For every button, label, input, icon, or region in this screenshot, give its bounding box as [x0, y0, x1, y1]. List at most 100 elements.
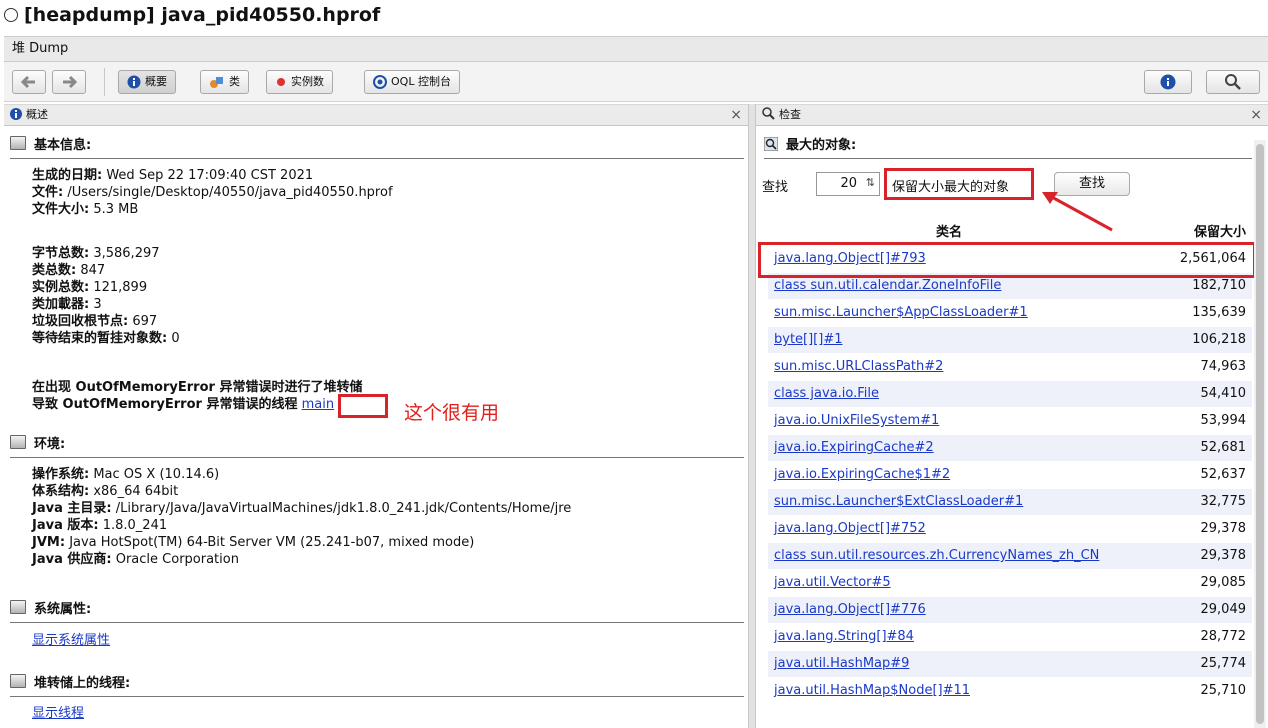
retained-size: 52,681 — [1200, 440, 1247, 455]
section-rule — [764, 158, 1252, 159]
env-arch: 体系结构: x86_64 64bit — [32, 484, 179, 499]
section-icon — [10, 600, 26, 614]
classes-button[interactable]: 类 — [200, 70, 249, 94]
table-row[interactable]: byte[][]#1 106,218 — [768, 327, 1252, 353]
count-value: 20 — [840, 176, 857, 191]
highlight-box — [884, 168, 1034, 200]
table-row[interactable]: java.lang.Object[]#752 29,378 — [768, 516, 1252, 542]
object-name-link[interactable]: java.lang.Object[]#752 — [774, 516, 926, 542]
object-name-link[interactable]: java.io.ExpiringCache$1#2 — [774, 462, 950, 488]
table-row[interactable]: java.util.HashMap#9 25,774 — [768, 651, 1252, 677]
table-row[interactable]: class java.io.File 54,410 — [768, 381, 1252, 407]
overview-label: 概要 — [145, 75, 167, 88]
info-date: 生成的日期: Wed Sep 22 17:09:40 CST 2021 — [32, 168, 314, 183]
env-home: Java 主目录: /Library/Java/JavaVirtualMachi… — [32, 501, 572, 516]
overview-button[interactable]: 概要 — [118, 70, 176, 94]
table-row[interactable]: class sun.util.resources.zh.CurrencyName… — [768, 543, 1252, 569]
info-button[interactable] — [1144, 70, 1192, 94]
table-row[interactable]: sun.misc.Launcher$ExtClassLoader#1 32,775 — [768, 489, 1252, 515]
info-instances: 实例总数: 121,899 — [32, 280, 148, 295]
basic-info-heading: 基本信息: — [10, 136, 91, 156]
count-spinner[interactable]: 20 ⇅ — [816, 172, 880, 196]
scrollbar-thumb[interactable] — [1256, 144, 1264, 724]
overview-pane-title: 概述 — [26, 108, 48, 121]
back-arrow-icon — [20, 75, 35, 89]
table-row[interactable]: sun.misc.URLClassPath#2 74,963 — [768, 354, 1252, 380]
overview-pane: 基本信息: 生成的日期: Wed Sep 22 17:09:40 CST 202… — [4, 126, 748, 728]
search-button[interactable] — [1206, 70, 1260, 94]
close-icon[interactable]: × — [730, 105, 742, 125]
threads-heading: 堆转储上的线程: — [10, 674, 130, 694]
table-row[interactable]: java.io.ExpiringCache$1#2 52,637 — [768, 462, 1252, 488]
tab-label: 堆 Dump — [12, 41, 69, 56]
section-rule — [10, 622, 744, 623]
section-icon — [10, 136, 26, 150]
largest-objects-heading: 最大的对象: — [763, 136, 856, 156]
env-version: Java 版本: 1.8.0_241 — [32, 518, 168, 533]
info-icon — [127, 75, 141, 89]
retained-size: 29,085 — [1200, 575, 1247, 590]
retained-size: 74,963 — [1200, 359, 1247, 374]
object-name-link[interactable]: sun.misc.Launcher$AppClassLoader#1 — [774, 300, 1028, 326]
object-name-link[interactable]: sun.misc.Launcher$ExtClassLoader#1 — [774, 489, 1023, 515]
object-name-link[interactable]: byte[][]#1 — [774, 327, 843, 353]
section-icon — [10, 674, 26, 688]
oom-dump-line: 在出现 OutOfMemoryError 异常错误时进行了堆转储 — [32, 380, 363, 395]
retained-size: 135,639 — [1192, 305, 1246, 320]
info-icon — [1160, 74, 1176, 90]
instances-button[interactable]: 实例数 — [266, 70, 333, 94]
info-file: 文件: /Users/single/Desktop/40550/java_pid… — [32, 185, 393, 200]
info-icon — [10, 108, 22, 120]
retained-size: 53,994 — [1200, 413, 1247, 428]
info-loaders: 类加載器: 3 — [32, 297, 102, 312]
object-name-link[interactable]: java.util.Vector#5 — [774, 570, 891, 596]
section-icon — [10, 435, 26, 449]
classes-icon — [210, 77, 223, 88]
object-name-link[interactable]: sun.misc.URLClassPath#2 — [774, 354, 943, 380]
object-name-link[interactable]: class java.io.File — [774, 381, 879, 407]
window-title: [heapdump] java_pid40550.hprof — [0, 0, 1268, 32]
object-name-link[interactable]: java.lang.String[]#84 — [774, 624, 914, 650]
env-os: 操作系统: Mac OS X (10.14.6) — [32, 467, 220, 482]
table-row[interactable]: java.util.Vector#5 29,085 — [768, 570, 1252, 596]
oom-thread-link[interactable]: main — [302, 397, 334, 412]
object-name-link[interactable]: java.io.ExpiringCache#2 — [774, 435, 934, 461]
show-sysprops-link[interactable]: 显示系统属性 — [32, 632, 110, 649]
tab-heap-dump[interactable]: 堆 Dump — [4, 36, 1268, 62]
object-name-link[interactable]: java.lang.Object[]#776 — [774, 597, 926, 623]
classes-label: 类 — [229, 75, 240, 88]
annotation-note: 这个很有用 — [404, 402, 500, 424]
env-jvm: JVM: Java HotSpot(TM) 64-Bit Server VM (… — [32, 535, 475, 550]
col-size-header[interactable]: 保留大小 — [1194, 222, 1246, 244]
retained-size: 25,774 — [1200, 656, 1247, 671]
show-threads-link[interactable]: 显示线程 — [32, 705, 84, 722]
instance-dot-icon — [277, 78, 285, 86]
back-button[interactable] — [12, 70, 46, 94]
retained-size: 52,637 — [1200, 467, 1247, 482]
inspect-pane-title: 检查 — [779, 108, 801, 121]
col-name-header[interactable]: 类名 — [936, 222, 962, 244]
table-row[interactable]: java.lang.Object[]#776 29,049 — [768, 597, 1252, 623]
split-divider[interactable] — [748, 104, 756, 728]
table-row[interactable]: java.io.ExpiringCache#2 52,681 — [768, 435, 1252, 461]
oql-console-button[interactable]: OQL 控制台 — [364, 70, 460, 94]
info-size: 文件大小: 5.3 MB — [32, 202, 139, 217]
info-classes: 类总数: 847 — [32, 263, 106, 278]
table-row[interactable]: sun.misc.Launcher$AppClassLoader#1 135,63… — [768, 300, 1252, 326]
object-name-link[interactable]: java.util.HashMap#9 — [774, 651, 909, 677]
object-name-link[interactable]: java.util.HashMap$Node[]#11 — [774, 678, 970, 704]
forward-button[interactable] — [52, 70, 86, 94]
inspect-pane: 最大的对象: 查找 20 ⇅ 保留大小最大的对象 查找 类名 保留大小 java… — [756, 126, 1268, 728]
spinner-arrows-icon[interactable]: ⇅ — [866, 172, 875, 194]
table-row[interactable]: java.io.UnixFileSystem#1 53,994 — [768, 408, 1252, 434]
inspect-pane-header: 检查 × — [756, 104, 1268, 126]
object-name-link[interactable]: java.io.UnixFileSystem#1 — [774, 408, 939, 434]
scrollbar[interactable] — [1254, 140, 1266, 728]
info-gcroots: 垃圾回收根节点: 697 — [32, 314, 158, 329]
table-row[interactable]: java.lang.String[]#84 28,772 — [768, 624, 1252, 650]
retained-size: 54,410 — [1200, 386, 1247, 401]
table-row[interactable]: java.util.HashMap$Node[]#11 25,710 — [768, 678, 1252, 704]
env-vendor: Java 供应商: Oracle Corporation — [32, 552, 239, 567]
close-icon[interactable]: × — [1250, 105, 1262, 125]
object-name-link[interactable]: class sun.util.resources.zh.CurrencyName… — [774, 543, 1099, 569]
